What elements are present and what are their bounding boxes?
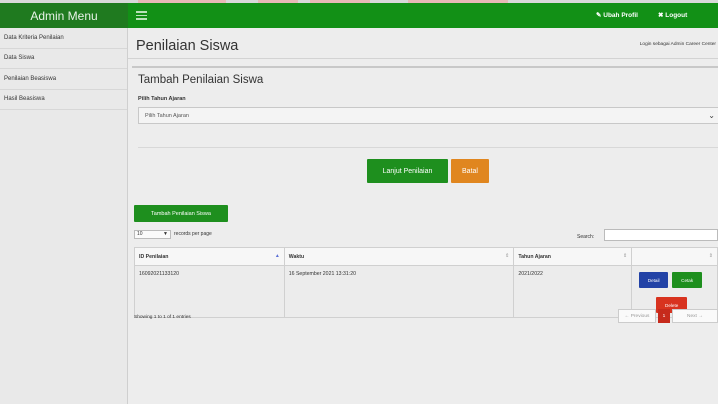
column-header[interactable]: Tahun Ajaran ⇕ (513, 247, 633, 266)
page-length-text: records per page (174, 231, 212, 237)
column-header-label: ID Penilaian (139, 253, 169, 260)
continue-assessment-button[interactable]: Lanjut Penilaian (367, 159, 448, 183)
top-navbar: ✎ Ubah Profil ✖ Logout (128, 3, 718, 28)
detail-button[interactable]: Detail (639, 272, 669, 288)
cancel-button[interactable]: Batal (451, 159, 489, 183)
year-select-value: Pilih Tahun Ajaran (145, 112, 189, 119)
pagination-previous[interactable]: ← Previous (618, 309, 656, 323)
hamburger-icon[interactable] (136, 11, 147, 20)
logout-link-label: Logout (665, 12, 688, 19)
page-length-select[interactable]: 10 ▼ (134, 230, 171, 239)
sidebar: Data Kriteria Penilaian Data Siswa Penil… (0, 28, 128, 404)
cell-id: 16092021133120 (134, 265, 285, 318)
sidebar-item-kriteria[interactable]: Data Kriteria Penilaian (0, 28, 127, 49)
pagination-page-1[interactable]: 1 (658, 309, 670, 323)
print-button[interactable]: Cetak (672, 272, 703, 288)
column-header[interactable]: ID Penilaian ▲ (134, 247, 285, 266)
column-header-label: Waktu (288, 253, 305, 260)
sort-icon: ⇕ (708, 253, 713, 259)
logout-link[interactable]: ✖ Logout (658, 11, 687, 19)
search-input[interactable] (604, 229, 718, 241)
year-label: Pilih Tahun Ajaran (138, 96, 186, 102)
sort-icon: ⇕ (622, 253, 628, 259)
divider (138, 147, 718, 148)
column-header-label: Tahun Ajaran (518, 253, 551, 260)
divider (128, 58, 718, 59)
assessment-table: ID Penilaian ▲ Waktu ⇕ Tahun Ajaran ⇕ ⇕ 160… (134, 247, 718, 318)
profile-link[interactable]: ✎ Ubah Profil (596, 11, 638, 19)
add-assessment-button[interactable]: Tambah Penilaian Siswa (134, 205, 228, 222)
chevron-down-icon: ⌄ (708, 111, 715, 120)
sidebar-item-siswa[interactable]: Data Siswa (0, 49, 127, 69)
pagination-next[interactable]: Next → (672, 309, 718, 323)
main-content: Penilaian Siswa Login sebagai Admin Care… (128, 28, 718, 404)
pencil-icon: ✎ (596, 12, 602, 19)
sidebar-item-penilaian[interactable]: Penilaian Beasiswa (0, 69, 127, 90)
sidebar-item-label: Penilaian Beasiswa (4, 75, 57, 82)
chevron-down-icon: ▼ (163, 231, 168, 237)
page-length-value: 10 (137, 231, 143, 237)
table-info: Showing 1 to 1 of 1 entries (134, 315, 191, 320)
profile-link-label: Ubah Profil (603, 12, 638, 19)
sidebar-item-label: Data Siswa (4, 55, 35, 62)
column-header[interactable]: Waktu ⇕ (283, 247, 515, 266)
search-label: Search: (577, 234, 595, 240)
login-note: Login sebagai Admin Career Center (639, 42, 716, 47)
sidebar-item-label: Hasil Beasiswa (4, 96, 45, 103)
year-select[interactable]: Pilih Tahun Ajaran ⌄ (138, 107, 718, 124)
page-title: Penilaian Siswa (136, 38, 239, 54)
cell-year: 2021/2022 (513, 265, 633, 318)
sort-icon: ⇕ (505, 253, 510, 259)
cell-time: 16 September 2021 13:31:20 (283, 265, 515, 318)
sidebar-item-label: Data Kriteria Penilaian (4, 34, 64, 41)
sidebar-title: Admin Menu (0, 3, 128, 28)
column-header[interactable]: ⇕ (631, 247, 718, 266)
sidebar-item-hasil[interactable]: Hasil Beasiswa (0, 90, 127, 110)
add-assessment-panel: Tambah Penilaian Siswa Pilih Tahun Ajara… (132, 66, 718, 217)
sort-asc-icon: ▲ (274, 253, 280, 259)
close-icon: ✖ (658, 12, 664, 19)
panel-title: Tambah Penilaian Siswa (138, 74, 264, 86)
